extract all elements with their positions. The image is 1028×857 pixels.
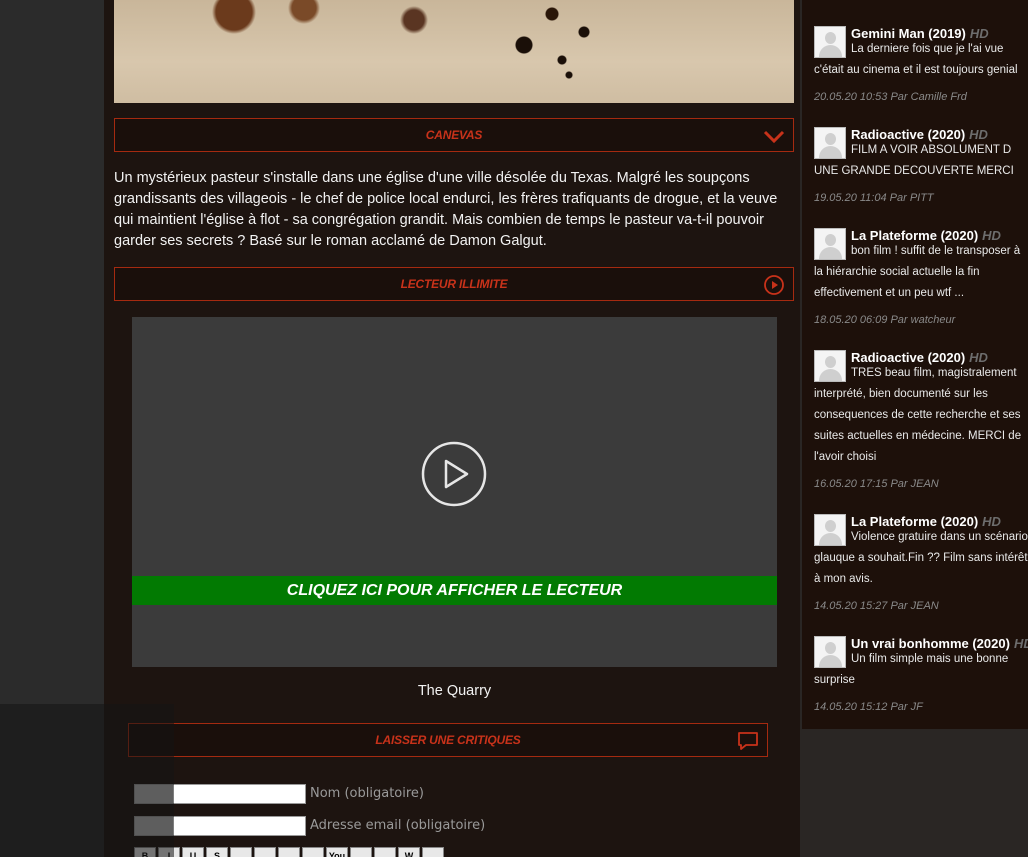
player-section-header[interactable]: LECTEUR ILLIMITE [114,267,794,301]
comment-meta: 14.05.20 15:27 Par JEAN [814,600,939,612]
main-content: CANEVAS Un mystérieux pasteur s'installe… [104,0,800,857]
comment-text: Un film simple mais une bonne surprise [814,653,1009,686]
comment-meta: 19.05.20 11:04 Par PITT [814,192,934,204]
name-field-label: Nom (obligatoire) [310,786,424,801]
email-field-label: Adresse email (obligatoire) [310,818,486,833]
movie-poster-image [114,0,794,103]
comment-meta: 14.05.20 15:12 Par JF [814,701,923,713]
movie-synopsis: Un mystérieux pasteur s'installe dans un… [114,170,778,249]
comment-text: Violence gratuire dans un scénario glauq… [814,531,1028,585]
quote-icon[interactable] [278,847,300,857]
chevron-down-icon[interactable] [763,125,785,147]
image-icon[interactable] [230,847,252,857]
editor-toolbar: B I U S You W [134,847,444,857]
wiki-button[interactable]: W [398,847,420,857]
underline-button[interactable]: U [182,847,204,857]
comment-text: bon film ! suffit de le transposer à la … [814,245,1021,299]
youtube-button[interactable]: You [326,847,348,857]
comment-meta: 16.05.20 17:15 Par JEAN [814,478,939,490]
comments-section-title: LAISSER UNE CRITIQUES [375,733,521,747]
overlay-shadow [0,704,174,857]
facebook-icon[interactable] [374,847,396,857]
video-player[interactable]: CLIQUEZ ICI POUR AFFICHER LE LECTEUR [132,317,777,667]
comment-text: TRES beau film, magistralement interprét… [814,367,1022,463]
code-icon[interactable] [350,847,372,857]
play-circle-icon[interactable] [763,274,785,296]
player-section-title: LECTEUR ILLIMITE [400,277,508,291]
comment-meta: 20.05.20 10:53 Par Camille Frd [814,91,967,103]
comment-text: FILM A VOIR ABSOLUMENT D UNE GRANDE DECO… [814,144,1014,177]
comment-meta: 18.05.20 06:09 Par watcheur [814,314,956,326]
play-button-icon[interactable] [421,441,487,507]
comment-text: La derniere fois que je l'ai vue c'était… [814,43,1018,76]
comments-section-header[interactable]: LAISSER UNE CRITIQUES [128,723,768,757]
latest-comments-sidebar: Gemini Man (2019) HD La derniere fois que… [802,0,1028,729]
canevas-section-header[interactable]: CANEVAS [114,118,794,152]
video-title: The Quarry [417,683,492,699]
strike-button[interactable]: S [206,847,228,857]
comment-bubble-icon[interactable] [737,730,759,752]
list-icon[interactable] [302,847,324,857]
show-player-button[interactable]: CLIQUEZ ICI POUR AFFICHER LE LECTEUR [132,576,777,605]
link-icon[interactable] [254,847,276,857]
smiley-icon[interactable] [422,847,444,857]
canevas-section-title: CANEVAS [425,128,483,142]
